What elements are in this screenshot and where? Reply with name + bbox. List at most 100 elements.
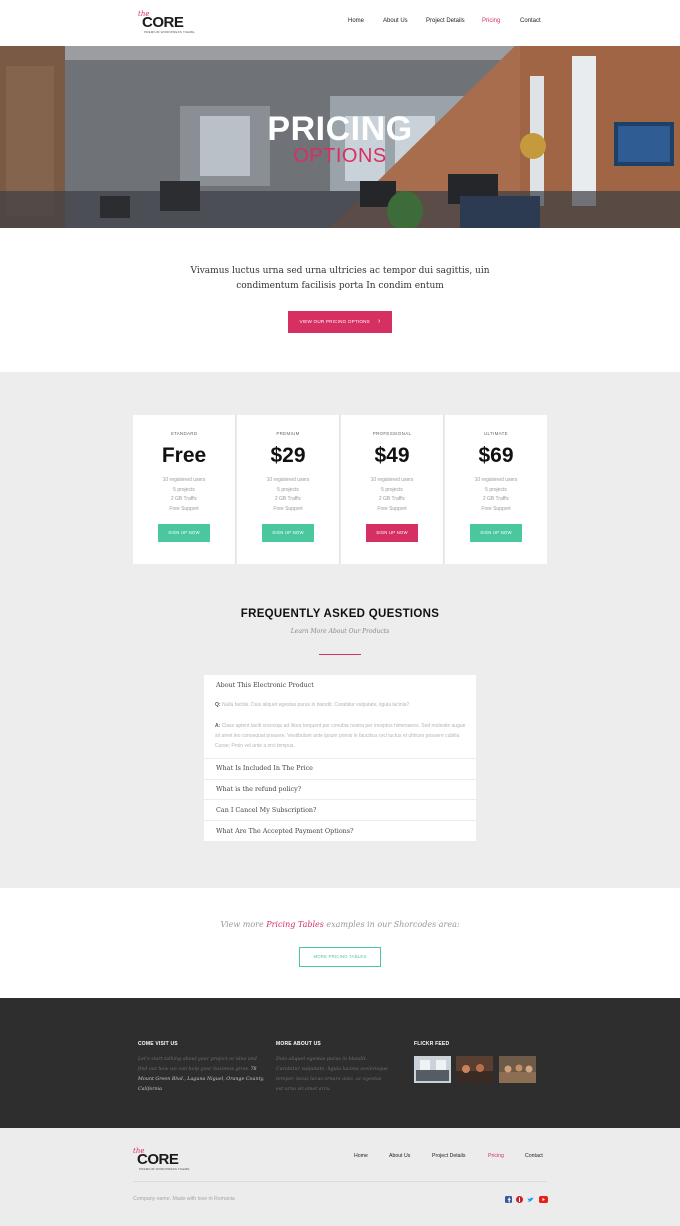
divider (204, 820, 476, 821)
footer-logo[interactable]: the CORE PREMIUM WORDPRESS THEME (133, 1147, 189, 1173)
site-header: the CORE PREMIUM WORDPRESS THEME Home Ab… (0, 0, 680, 46)
faq-question[interactable]: What Are The Accepted Payment Options? (216, 827, 354, 835)
pinterest-icon[interactable] (516, 1196, 523, 1203)
hero-title: PRICING (267, 110, 413, 148)
plan-ultimate: ULTIMATE $69 10 registered users 5 proje… (445, 415, 547, 564)
footer-nav-home[interactable]: Home (354, 1153, 368, 1159)
more-pricing-tables-button[interactable]: MORE PRICING TABLES (299, 947, 381, 967)
footer-widgets: COME VISIT US Let's start talking about … (0, 998, 680, 1128)
faq-title: FREQUENTLY ASKED QUESTIONS (240, 608, 440, 620)
plan-price: $69 (478, 444, 514, 467)
logo-tagline: PREMIUM WORDPRESS THEME (139, 1167, 190, 1171)
main-nav: Home About Us Project Details Pricing Co… (0, 18, 680, 30)
faq-question[interactable]: What is the refund policy? (216, 785, 301, 793)
nav-project-details[interactable]: Project Details (426, 18, 465, 24)
plan-price: $49 (374, 444, 410, 467)
faq-question-open[interactable]: About This Electronic Product (216, 681, 314, 689)
view-more-prefix: View more (220, 920, 267, 929)
intro-section: Vivamus luctus urna sed urna ultricies a… (0, 228, 680, 372)
footer-nav-pricing[interactable]: Pricing (488, 1153, 504, 1159)
copyright: Company name. Made with love in Romania (133, 1196, 235, 1202)
flickr-thumbnail[interactable] (456, 1056, 493, 1083)
facebook-icon[interactable] (505, 1196, 512, 1203)
divider (204, 758, 476, 759)
plan-feature: 5 projects (173, 487, 195, 493)
view-more-section: View more Pricing Tables examples in our… (0, 888, 680, 998)
plan-feature: 10 registered users (162, 477, 206, 483)
plan-feature: 2 GB Traffic (378, 496, 406, 502)
divider (319, 654, 361, 655)
plan-feature: 5 projects (381, 487, 403, 493)
footer-col-title: COME VISIT US (138, 1041, 178, 1047)
footer-col-title: MORE ABOUT US (276, 1041, 321, 1047)
plan-feature: 5 projects (277, 487, 299, 493)
faq-question[interactable]: Can I Cancel My Subscription? (216, 806, 316, 814)
view-pricing-options-label: VIEW OUR PRICING OPTIONS (299, 319, 370, 324)
plan-price: Free (161, 444, 207, 467)
plan-name: PROFESSIONAL (372, 431, 412, 436)
hero-banner: PRICING OPTIONS (0, 46, 680, 228)
sign-up-button[interactable]: SIGN UP NOW (262, 524, 314, 542)
faq-answer: A: Class aptent taciti sociosqu ad litor… (215, 721, 467, 751)
divider (204, 779, 476, 780)
pricing-tables-link[interactable]: Pricing Tables (266, 920, 324, 929)
plan-feature: Free Support (481, 506, 511, 512)
footer-col-text: Let's start talking about your project o… (138, 1055, 266, 1095)
logo-name: CORE (137, 1151, 179, 1168)
plan-feature: 10 registered users (474, 477, 518, 483)
nav-pricing[interactable]: Pricing (482, 18, 500, 24)
plan-feature: 10 registered users (266, 477, 310, 483)
site-footer: the CORE PREMIUM WORDPRESS THEME Home Ab… (0, 1128, 680, 1226)
footer-nav-project-details[interactable]: Project Details (432, 1153, 465, 1159)
view-more-text: View more Pricing Tables examples in our… (0, 920, 680, 929)
plan-price: $29 (270, 444, 306, 467)
sign-up-button[interactable]: SIGN UP NOW (470, 524, 522, 542)
divider (204, 799, 476, 800)
plan-name: STANDARD (170, 431, 198, 436)
nav-about-us[interactable]: About Us (383, 18, 408, 24)
view-more-suffix: examples in our Shorcodes area: (323, 920, 460, 929)
plan-name: PREMIUM (276, 431, 300, 436)
hero-subtitle: OPTIONS (293, 145, 387, 167)
plan-feature: 2 GB Traffic (482, 496, 510, 502)
faq-subtitle: Learn More About Our Products (290, 628, 390, 635)
intro-text: Vivamus luctus urna sed urna ultricies a… (190, 266, 490, 291)
nav-contact[interactable]: Contact (520, 18, 541, 24)
chevron-right-icon: › (377, 318, 381, 325)
faq-accordion: About This Electronic Product Q: Nulla f… (204, 675, 476, 841)
plan-feature: Free Support (273, 506, 303, 512)
plan-premium: PREMIUM $29 10 registered users 5 projec… (237, 415, 340, 564)
twitter-icon[interactable] (527, 1196, 534, 1203)
divider (133, 1181, 547, 1182)
q-text: Nulla facilisi. Duis aliquet egestas pur… (221, 702, 410, 708)
plan-feature: 10 registered users (370, 477, 414, 483)
pricing-table: STANDARD Free 10 registered users 5 proj… (133, 415, 547, 564)
footer-col-title: FLICKR FEED (414, 1041, 450, 1047)
q-label: Q: (215, 702, 221, 708)
plan-feature: 2 GB Traffic (170, 496, 198, 502)
plan-feature: 2 GB Traffic (274, 496, 302, 502)
youtube-icon[interactable] (539, 1196, 548, 1203)
plan-feature: Free Support (377, 506, 407, 512)
footer-nav-contact[interactable]: Contact (525, 1153, 543, 1159)
footer-nav-about-us[interactable]: About Us (389, 1153, 410, 1159)
logo-tagline: PREMIUM WORDPRESS THEME (144, 30, 195, 34)
visit-text: Let's start talking about your project o… (138, 1057, 257, 1072)
plan-name: ULTIMATE (484, 431, 508, 436)
a-text: Class aptent taciti sociosqu ad litora t… (215, 723, 466, 749)
sign-up-button[interactable]: SIGN UP NOW (366, 524, 418, 542)
plan-standard: STANDARD Free 10 registered users 5 proj… (133, 415, 236, 564)
footer-col-text: Duis aliquet egestas purus in blandit. C… (276, 1057, 388, 1092)
faq-question[interactable]: What Is Included In The Price (216, 764, 313, 772)
nav-home[interactable]: Home (348, 18, 364, 24)
pricing-section: STANDARD Free 10 registered users 5 proj… (0, 372, 680, 888)
flickr-thumbnail[interactable] (499, 1056, 536, 1083)
plan-feature: Free Support (169, 506, 199, 512)
plan-feature: 5 projects (485, 487, 507, 493)
plan-professional: PROFESSIONAL $49 10 registered users 5 p… (341, 415, 444, 564)
sign-up-button[interactable]: SIGN UP NOW (158, 524, 210, 542)
faq-question-detail: Q: Nulla facilisi. Duis aliquet egestas … (215, 700, 467, 710)
view-pricing-options-button[interactable]: VIEW OUR PRICING OPTIONS › (288, 311, 392, 333)
flickr-thumbnail[interactable] (414, 1056, 451, 1083)
a-label: A: (215, 723, 221, 729)
